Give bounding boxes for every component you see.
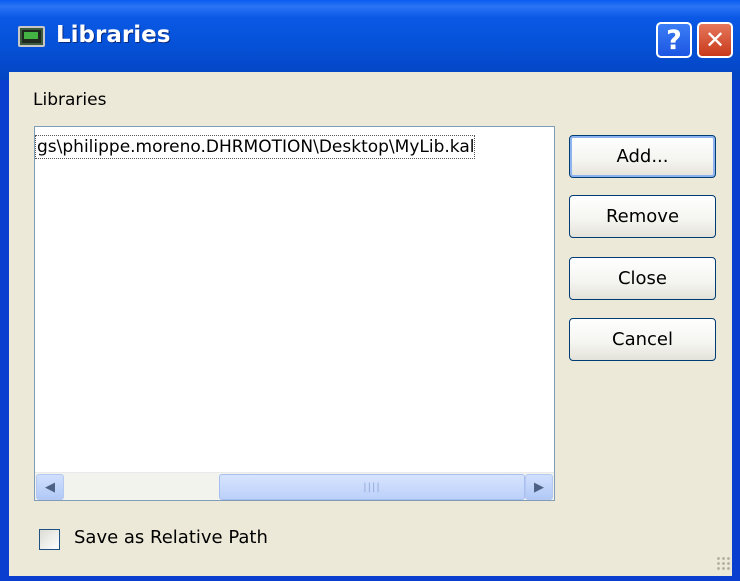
save-relative-path-label[interactable]: Save as Relative Path bbox=[74, 527, 268, 548]
application-icon bbox=[18, 26, 45, 47]
scroll-right-button[interactable]: ▶ bbox=[525, 474, 553, 500]
scrollbar-thumb[interactable]: |||| bbox=[219, 474, 525, 500]
dialog-window: Libraries ? ✕ Libraries gs\philippe.more… bbox=[0, 0, 740, 581]
libraries-group-label: Libraries bbox=[33, 90, 107, 110]
remove-button[interactable]: Remove bbox=[569, 195, 716, 238]
arrow-right-icon: ▶ bbox=[534, 479, 544, 495]
help-button[interactable]: ? bbox=[656, 22, 692, 58]
window-title: Libraries bbox=[56, 22, 171, 48]
resize-grip-icon[interactable] bbox=[716, 556, 730, 570]
close-icon: ✕ bbox=[704, 26, 726, 54]
close-window-button[interactable]: ✕ bbox=[697, 22, 733, 58]
window-frame-bottom bbox=[0, 576, 740, 581]
list-item[interactable]: gs\philippe.moreno.DHRMOTION\Desktop\MyL… bbox=[35, 135, 476, 159]
arrow-left-icon: ◀ bbox=[45, 479, 55, 495]
add-button[interactable]: Add... bbox=[569, 135, 716, 178]
scroll-left-button[interactable]: ◀ bbox=[36, 474, 64, 500]
close-button[interactable]: Close bbox=[569, 257, 716, 300]
cancel-button[interactable]: Cancel bbox=[569, 318, 716, 361]
help-icon: ? bbox=[666, 24, 682, 56]
horizontal-scrollbar[interactable]: ◀ |||| ▶ bbox=[35, 472, 554, 500]
title-bar[interactable]: Libraries ? ✕ bbox=[0, 0, 740, 80]
libraries-listbox[interactable]: gs\philippe.moreno.DHRMOTION\Desktop\MyL… bbox=[34, 126, 555, 501]
grip-icon: |||| bbox=[363, 481, 381, 493]
save-relative-path-checkbox[interactable] bbox=[39, 529, 60, 550]
